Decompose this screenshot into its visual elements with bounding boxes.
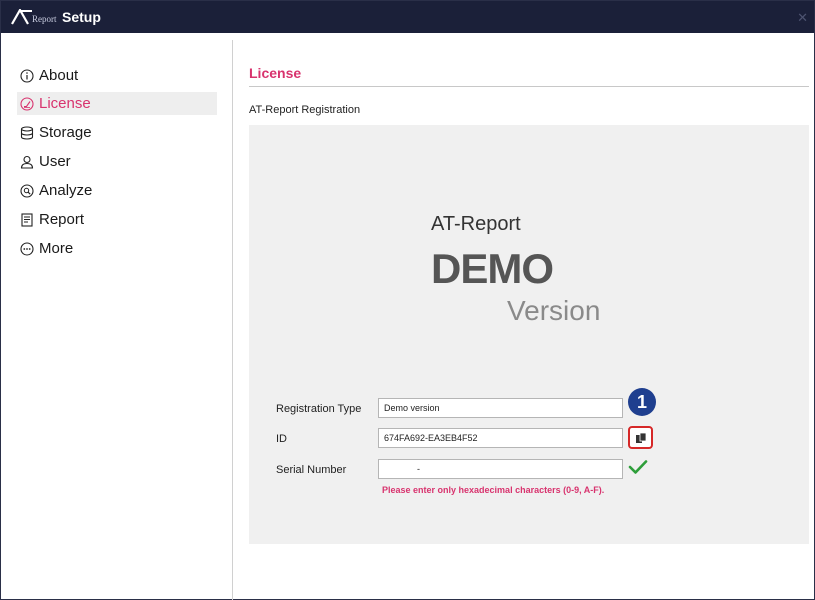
registration-type-field[interactable] xyxy=(378,398,623,418)
logo-subtext: Report xyxy=(32,14,57,24)
id-field[interactable] xyxy=(378,428,623,448)
sidebar-item-user[interactable]: User xyxy=(17,150,217,173)
info-icon xyxy=(19,68,35,84)
app-logo-icon xyxy=(11,9,32,25)
valid-check-icon xyxy=(628,460,648,474)
more-icon xyxy=(19,241,35,257)
step-callout-badge: 1 xyxy=(628,388,656,416)
section-title: License xyxy=(249,65,302,81)
sidebar-item-label: Analyze xyxy=(39,182,93,199)
sidebar-item-label: License xyxy=(39,95,91,112)
sidebar-item-storage[interactable]: Storage xyxy=(17,121,217,144)
section-divider xyxy=(249,86,809,87)
sidebar-item-license[interactable]: License xyxy=(17,92,217,115)
sidebar-item-label: About xyxy=(39,67,79,84)
database-icon xyxy=(19,125,35,141)
window-title: Setup xyxy=(62,9,101,25)
sidebar-item-label: Report xyxy=(39,211,85,228)
report-icon xyxy=(19,212,35,228)
brand-version-label: Version xyxy=(507,295,601,326)
title-bar: Report Setup ✕ xyxy=(1,1,814,33)
copy-id-button[interactable] xyxy=(628,426,653,449)
sidebar-item-about[interactable]: About xyxy=(17,64,217,87)
serial-number-label: Serial Number xyxy=(276,464,347,476)
close-icon: ✕ xyxy=(797,10,808,25)
sidebar-item-label: More xyxy=(39,240,74,257)
sidebar-item-analyze[interactable]: Analyze xyxy=(17,179,217,202)
serial-error-message: Please enter only hexadecimal characters… xyxy=(382,485,605,495)
analyze-icon xyxy=(19,183,35,199)
license-icon xyxy=(19,96,35,112)
sidebar-item-more[interactable]: More xyxy=(17,237,217,260)
close-button[interactable]: ✕ xyxy=(797,10,808,26)
setup-window: Report Setup ✕ About License Storage Use… xyxy=(0,0,815,600)
registration-type-label: Registration Type xyxy=(276,403,362,415)
id-label: ID xyxy=(276,433,287,445)
brand-product-name: AT-Report xyxy=(431,213,521,235)
sidebar-item-label: User xyxy=(39,153,71,170)
copy-icon xyxy=(635,432,646,443)
registration-panel xyxy=(249,125,809,544)
registration-subtitle: AT-Report Registration xyxy=(249,104,361,116)
brand-edition: DEMO xyxy=(431,245,554,292)
sidebar-item-report[interactable]: Report xyxy=(17,208,217,231)
sidebar-item-label: Storage xyxy=(39,124,92,141)
user-icon xyxy=(19,154,35,170)
serial-number-field[interactable] xyxy=(378,459,623,479)
